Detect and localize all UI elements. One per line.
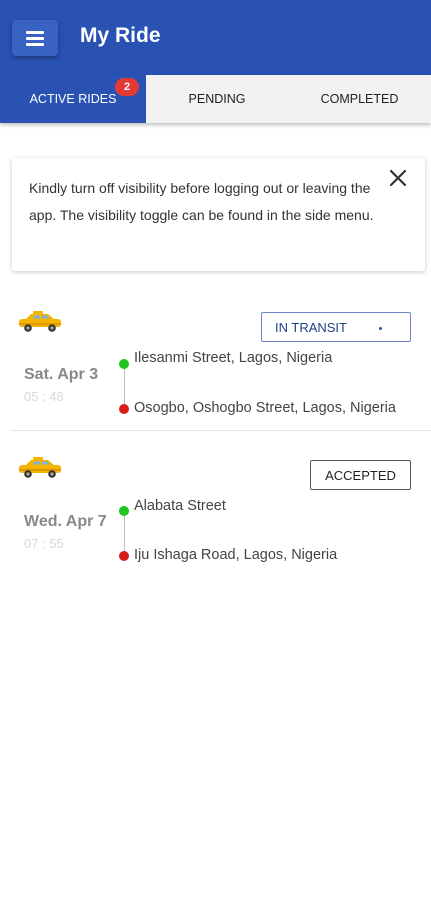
tab-label: COMPLETED <box>320 92 399 106</box>
dropoff-pin <box>119 404 129 414</box>
dropoff-pin <box>119 551 129 561</box>
count-badge: 2 <box>115 78 139 96</box>
tab-active-rides[interactable]: ACTIVE RIDES 2 <box>0 75 146 123</box>
pickup-pin <box>119 506 129 516</box>
status-badge-accepted[interactable]: ACCEPTED <box>310 460 411 490</box>
tab-bar: ACTIVE RIDES 2 PENDING COMPLETED <box>0 75 431 123</box>
ride-card[interactable]: ACCEPTED Wed. Apr 7 07 : 55 Alabata Stre… <box>0 448 431 578</box>
page-title: My Ride <box>80 24 161 47</box>
tab-label: ACTIVE RIDES <box>29 92 117 106</box>
taxi-icon <box>19 457 61 478</box>
tab-label: PENDING <box>188 92 246 106</box>
close-icon[interactable] <box>386 166 410 190</box>
pickup-address: Ilesanmi Street, Lagos, Nigeria <box>134 350 333 366</box>
pickup-address: Alabata Street <box>134 498 226 514</box>
ride-card[interactable]: IN TRANSIT Sat. Apr 3 05 : 48 Ilesanmi S… <box>0 300 431 430</box>
app-bar: My Ride <box>0 0 431 75</box>
menu-icon-bar <box>26 31 44 34</box>
dropoff-address: Iju Ishaga Road, Lagos, Nigeria <box>134 547 338 563</box>
status-badge-in-transit[interactable]: IN TRANSIT <box>261 312 411 342</box>
pickup-pin <box>119 359 129 369</box>
ride-date: Sat. Apr 3 <box>24 366 99 383</box>
menu-icon-bar <box>26 37 44 40</box>
status-dot <box>379 327 382 330</box>
menu-button[interactable] <box>12 20 58 56</box>
ride-time: 07 : 55 <box>24 536 64 551</box>
dropoff-address: Osogbo, Oshogbo Street, Lagos, Nigeria <box>134 400 396 416</box>
notice-text: Kindly turn off visibility before loggin… <box>29 180 374 223</box>
route-line <box>124 368 125 406</box>
visibility-notice-card: Kindly turn off visibility before loggin… <box>12 158 425 271</box>
menu-icon-bar <box>26 43 44 46</box>
tab-pending[interactable]: PENDING <box>146 75 288 123</box>
ride-time: 05 : 48 <box>24 389 64 404</box>
taxi-icon <box>19 311 61 332</box>
route-line <box>124 515 125 553</box>
ride-date: Wed. Apr 7 <box>24 513 107 530</box>
ride-divider <box>10 430 431 431</box>
status-label: ACCEPTED <box>325 468 396 483</box>
status-label: IN TRANSIT <box>275 320 347 335</box>
tab-completed[interactable]: COMPLETED <box>288 75 431 123</box>
